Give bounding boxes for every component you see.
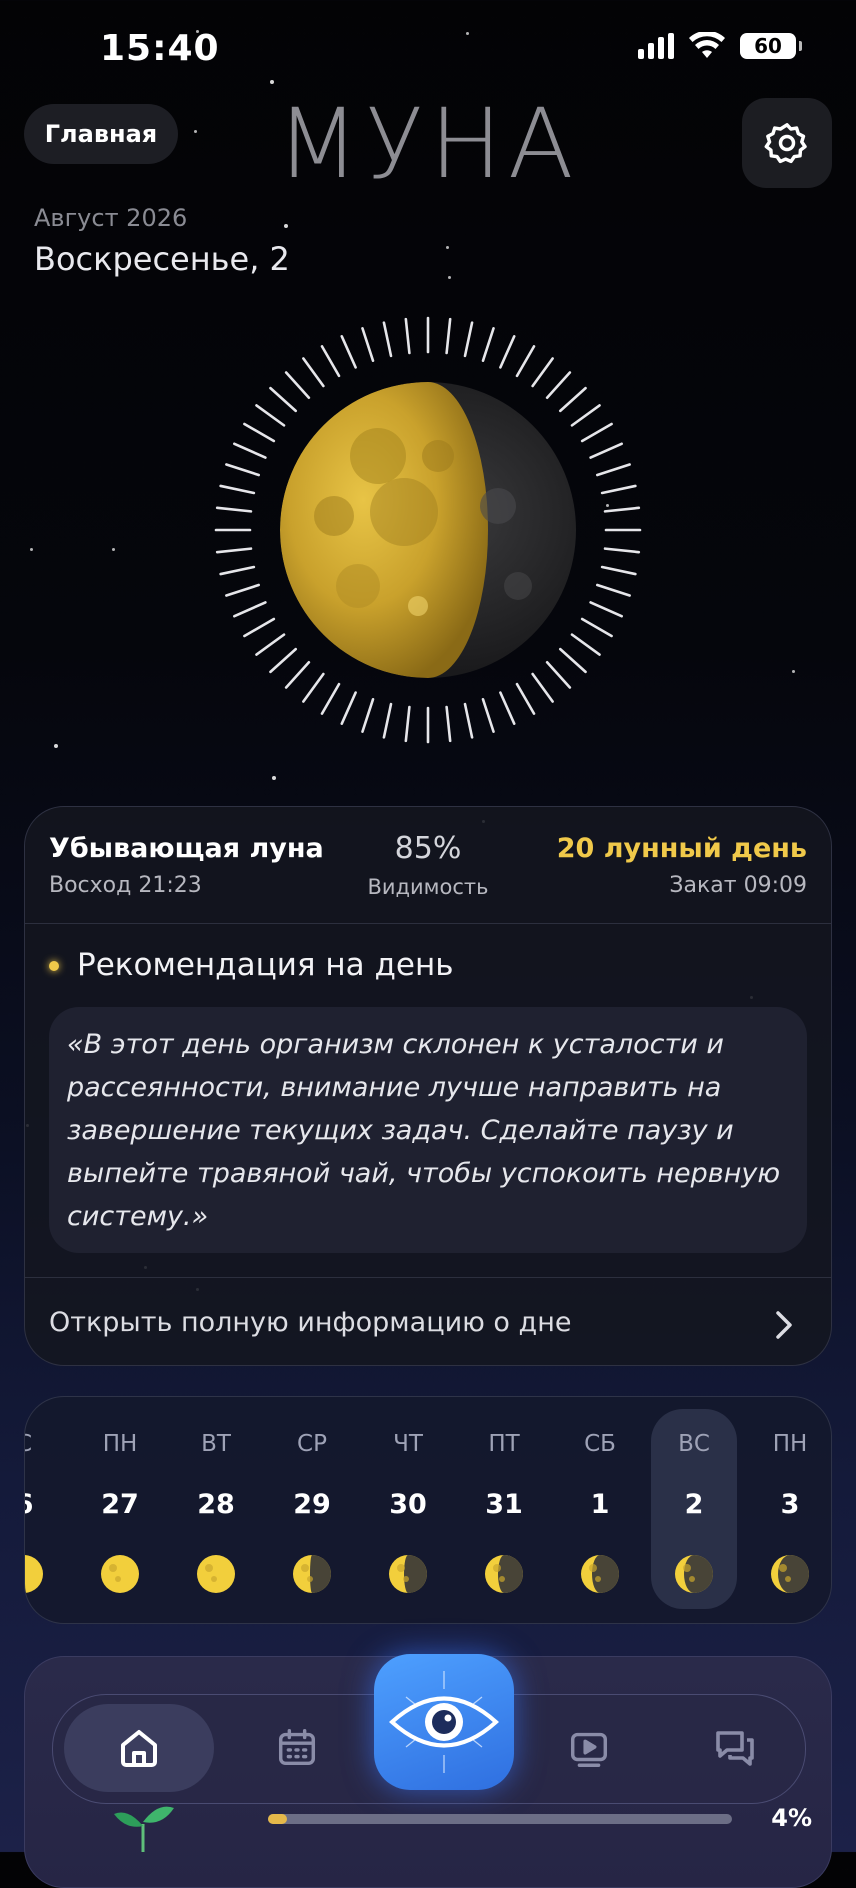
recommendation-text: «В этот день организм склонен к усталост… [67,1029,781,1232]
moon-phase-visual [208,306,648,746]
day-date: 3 [780,1489,800,1520]
nav-calendar-button[interactable] [222,1704,372,1792]
sprout-icon [114,1806,174,1852]
day-name: ЧТ [393,1431,423,1457]
recommendation-title: Рекомендация на день [77,947,454,983]
progress-bar [268,1814,732,1824]
moon-phase-icon [675,1555,713,1593]
moon-phase-icon [485,1555,523,1593]
nav-video-button[interactable] [514,1704,664,1792]
day-item[interactable]: СБ 1 [557,1397,643,1623]
day-item[interactable]: ПН 27 [77,1397,163,1623]
day-item[interactable]: СР 29 [269,1397,355,1623]
nav-home-button[interactable] [64,1704,214,1792]
day-date: 29 [293,1489,331,1520]
moon-phase-icon [197,1555,235,1593]
day-date: 31 [485,1489,523,1520]
video-icon [570,1732,608,1767]
recommendation-box: «В этот день организм склонен к усталост… [49,1007,807,1253]
moonset-time: Закат 09:09 [669,873,807,898]
calendar-icon [278,1729,316,1766]
lunar-day: 20 лунный день [556,833,807,864]
day-name: С [25,1431,67,1457]
progress-fill [268,1814,287,1824]
day-item[interactable]: ПТ 31 [461,1397,547,1623]
day-name: СБ [584,1431,616,1457]
moon-phase-icon [101,1555,139,1593]
day-date: 28 [197,1489,235,1520]
moon-phase-icon [293,1555,331,1593]
moon-phase-icon [25,1555,43,1593]
divider [25,923,831,924]
moon-phase-icon [581,1555,619,1593]
battery-icon: 60 [740,33,802,59]
status-icons: 60 [638,32,802,60]
home-icon [121,1730,157,1767]
day-item[interactable]: ЧТ 30 [365,1397,451,1623]
progress-percent: 4% [771,1804,812,1832]
day-name: СР [297,1431,327,1457]
chevron-right-icon[interactable] [769,1305,799,1345]
day-date: 6 [25,1489,67,1520]
day-name: ПТ [488,1431,520,1457]
eye-icon [389,1671,499,1773]
day-name: ПН [102,1431,138,1457]
moon-phase-icon [389,1555,427,1593]
day-date: 27 [101,1489,139,1520]
gear-icon [764,123,807,164]
day-name: ПН [772,1431,808,1457]
moon-phase-icon [771,1555,809,1593]
day-date: 2 [684,1489,704,1520]
moon-info-card: Убывающая луна Восход 21:23 85% Видимост… [24,806,832,1366]
wifi-icon [689,32,725,58]
app-logo: МУНА [276,88,580,200]
divider [25,1277,831,1278]
signal-icon [638,33,674,59]
status-time: 15:40 [100,28,220,69]
day-date: 1 [590,1489,610,1520]
day-name: ВС [678,1431,710,1457]
day-item[interactable]: ПН 3 [747,1397,831,1623]
month-label: Август 2026 [34,204,188,232]
eye-button[interactable] [374,1654,514,1790]
open-full-info-link[interactable]: Открыть полную информацию о дне [49,1307,571,1338]
chat-icon [716,1731,754,1766]
day-date: 30 [389,1489,427,1520]
day-item[interactable]: ВТ 28 [173,1397,259,1623]
date-label: Воскресенье, 2 [34,240,290,278]
bullet-dot-icon [49,961,59,971]
day-name: ВТ [201,1431,231,1457]
settings-button[interactable] [742,98,832,188]
day-item[interactable]: ВС 2 [651,1409,737,1609]
day-item[interactable]: С6 [25,1397,67,1623]
week-strip[interactable]: С6ПН27ВТ28СР29ЧТ30ПТ31СБ1ВС2ПН3 [24,1396,832,1624]
nav-chat-button[interactable] [660,1704,810,1792]
